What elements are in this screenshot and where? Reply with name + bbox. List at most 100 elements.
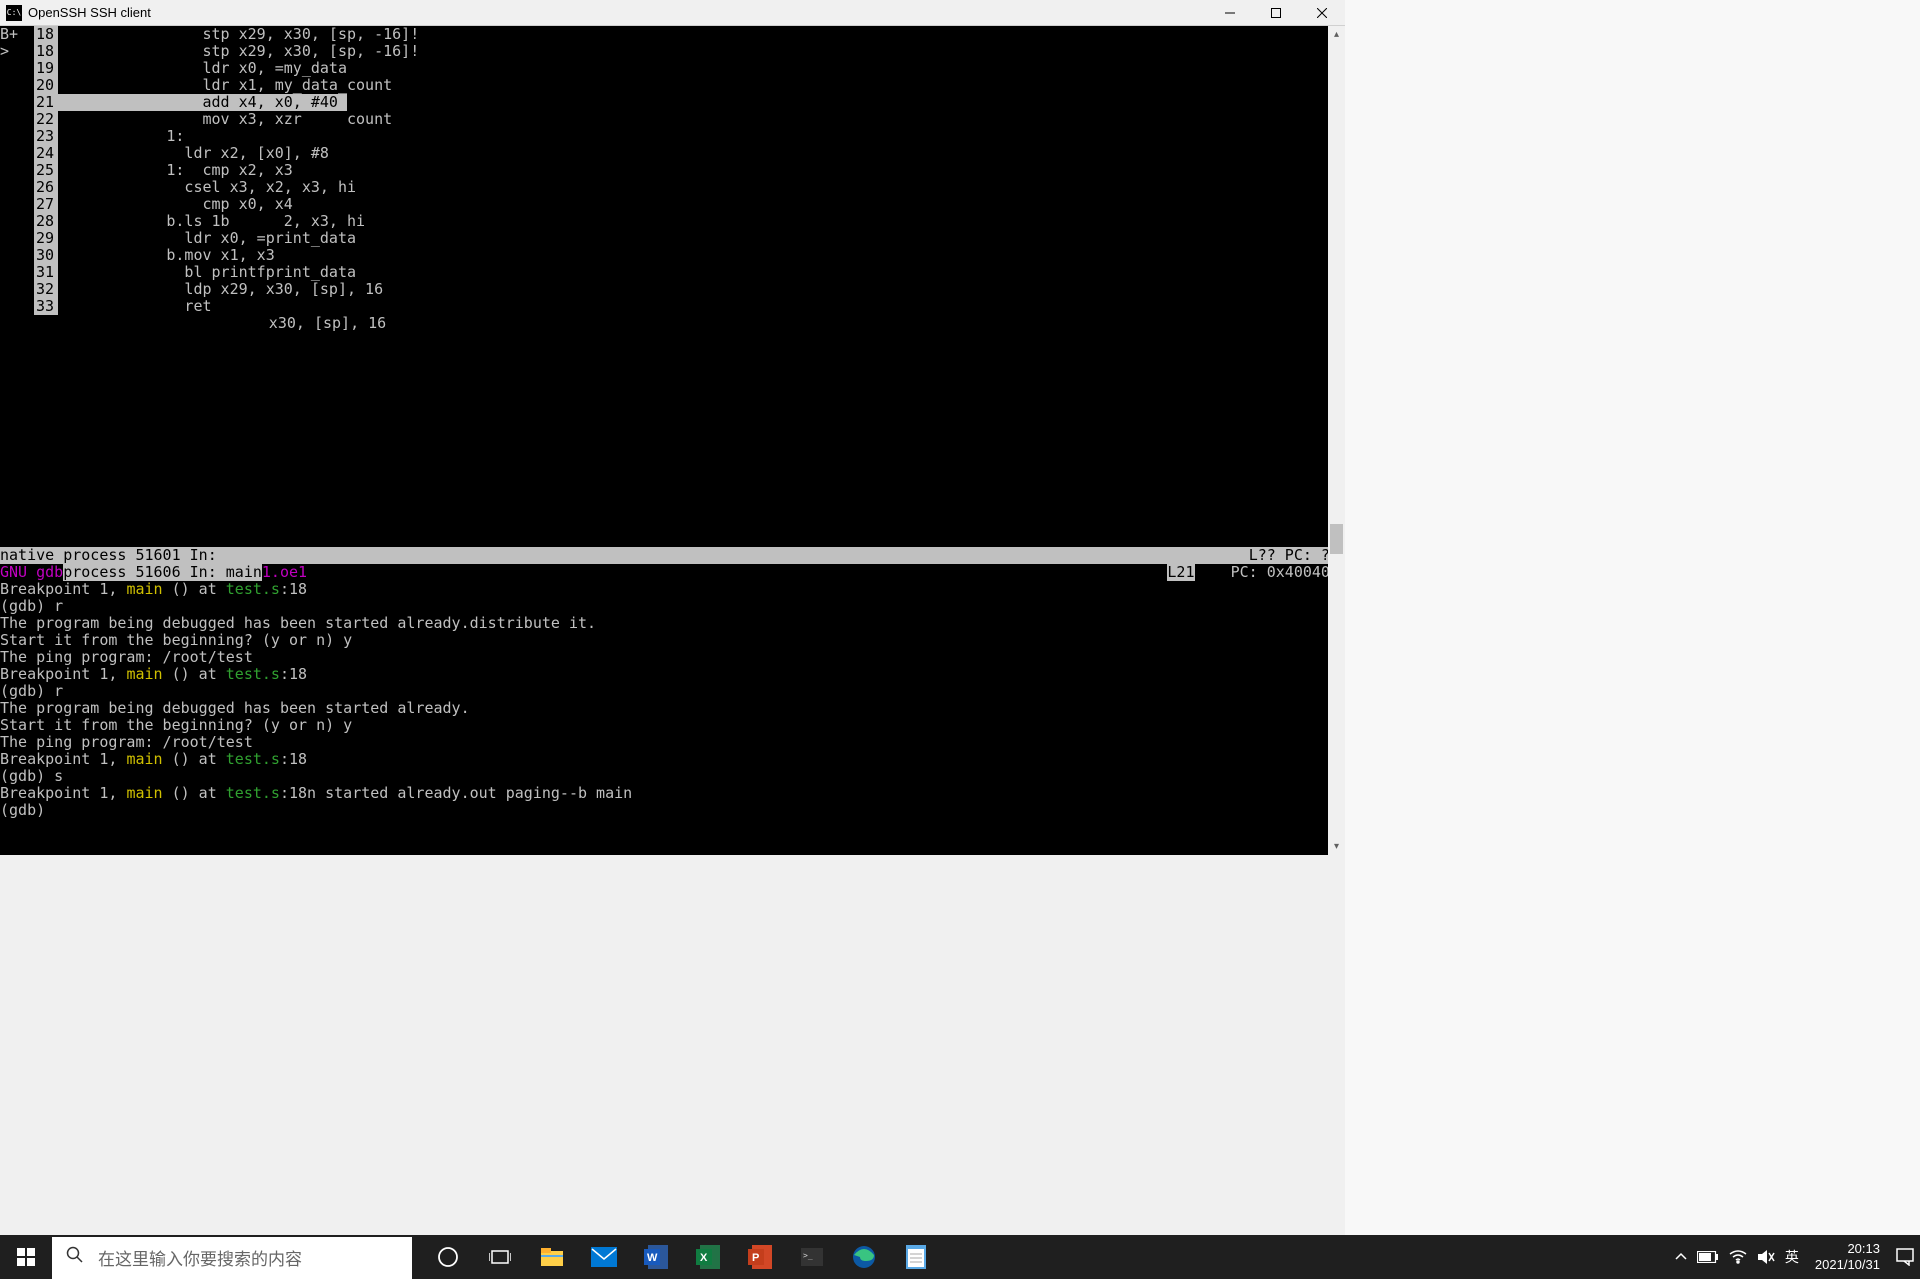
source-code: x30, [sp], 16 bbox=[34, 315, 386, 332]
terminal-taskbar-icon[interactable]: >_ bbox=[786, 1235, 838, 1279]
status-bar-native: native process 51601 In: L?? PC: ?? bbox=[0, 547, 1345, 564]
line-number: 20 bbox=[34, 77, 58, 94]
close-button[interactable] bbox=[1299, 0, 1345, 25]
line-number: 27 bbox=[34, 196, 58, 213]
source-code: mov x3, xzr count bbox=[58, 111, 392, 128]
source-line: 21 add x4, x0, #40 bbox=[34, 94, 1331, 111]
window-scrollbar[interactable]: ▴ ▾ bbox=[1328, 26, 1345, 855]
source-code: 1: cmp x2, x3 bbox=[58, 162, 293, 179]
source-code: cmp x0, x4 bbox=[58, 196, 293, 213]
source-code: stp x29, x30, [sp, -16]! bbox=[58, 26, 419, 43]
source-line: 24 ldr x2, [x0], #8 bbox=[34, 145, 1331, 162]
source-code: add x4, x0, #40 bbox=[58, 94, 347, 111]
line-number: 26 bbox=[34, 179, 58, 196]
source-code: b.ls 1b 2, x3, hi bbox=[58, 213, 365, 230]
scroll-up-icon[interactable]: ▴ bbox=[1328, 26, 1345, 43]
line-number: 18 bbox=[34, 43, 58, 60]
system-tray: 英 20:13 2021/10/31 bbox=[1675, 1235, 1920, 1279]
current-line-marker: > bbox=[0, 43, 34, 60]
line-number: 30 bbox=[34, 247, 58, 264]
edge-icon[interactable] bbox=[838, 1235, 890, 1279]
source-line: 23 1: bbox=[34, 128, 1331, 145]
volume-icon[interactable] bbox=[1757, 1235, 1775, 1279]
excel-icon[interactable]: X bbox=[682, 1235, 734, 1279]
start-button[interactable] bbox=[0, 1235, 52, 1279]
source-line: 31 bl printfprint_data bbox=[34, 264, 1331, 281]
line-number: 31 bbox=[34, 264, 58, 281]
source-code: ldr x0, =my_data bbox=[58, 60, 347, 77]
console-line: (gdb) bbox=[0, 802, 1345, 819]
taskbar-clock[interactable]: 20:13 2021/10/31 bbox=[1809, 1241, 1886, 1272]
source-line: 18 stp x29, x30, [sp, -16]! bbox=[34, 26, 1331, 43]
tray-overflow-icon[interactable] bbox=[1675, 1235, 1687, 1279]
line-number: 33 bbox=[34, 298, 58, 315]
status-bar-gdb: GNU gdbprocess 51606 In: main1.oe1 L21 P… bbox=[0, 564, 1345, 581]
notifications-icon[interactable] bbox=[1896, 1235, 1914, 1279]
file-explorer-icon[interactable] bbox=[526, 1235, 578, 1279]
console-line: (gdb) r bbox=[0, 683, 1345, 700]
line-number: 18 bbox=[34, 26, 58, 43]
source-code: ldr x2, [x0], #8 bbox=[58, 145, 329, 162]
search-placeholder: 在这里输入你要搜索的内容 bbox=[98, 1245, 302, 1270]
source-code: 1: bbox=[58, 128, 184, 145]
taskbar-search[interactable]: 在这里输入你要搜索的内容 bbox=[52, 1237, 412, 1279]
line-number: 22 bbox=[34, 111, 58, 128]
terminal[interactable]: B+> 18 stp x29, x30, [sp, -16]!18 stp x2… bbox=[0, 26, 1345, 855]
source-line: 30 b.mov x1, x3 bbox=[34, 247, 1331, 264]
source-line: 32 ldp x29, x30, [sp], 16 bbox=[34, 281, 1331, 298]
console-line: Breakpoint 1, main () at test.s:18 bbox=[0, 581, 1345, 598]
source-code: ret bbox=[58, 298, 212, 315]
line-number: 25 bbox=[34, 162, 58, 179]
console-line: Start it from the beginning? (y or n) y bbox=[0, 717, 1345, 734]
console-line: The ping program: /root/test bbox=[0, 649, 1345, 666]
source-code: ldp x29, x30, [sp], 16 bbox=[58, 281, 383, 298]
taskview-icon[interactable] bbox=[474, 1235, 526, 1279]
source-line: 33 ret bbox=[34, 298, 1331, 315]
svg-text:X: X bbox=[700, 1252, 708, 1264]
source-pane: 18 stp x29, x30, [sp, -16]!18 stp x29, x… bbox=[34, 26, 1345, 332]
mail-icon[interactable] bbox=[578, 1235, 630, 1279]
svg-text:W: W bbox=[647, 1252, 658, 1264]
wifi-icon[interactable] bbox=[1729, 1235, 1747, 1279]
scrollbar-thumb[interactable] bbox=[1330, 524, 1343, 554]
source-line: 29 ldr x0, =print_data bbox=[34, 230, 1331, 247]
console-line: (gdb) s bbox=[0, 768, 1345, 785]
line-number: 24 bbox=[34, 145, 58, 162]
source-code: stp x29, x30, [sp, -16]! bbox=[58, 43, 419, 60]
breakpoint-marker: B+ bbox=[0, 26, 34, 43]
line-number: 29 bbox=[34, 230, 58, 247]
desktop-background bbox=[1345, 0, 1920, 1235]
source-line: 19 ldr x0, =my_data bbox=[34, 60, 1331, 77]
line-number: 28 bbox=[34, 213, 58, 230]
battery-icon[interactable] bbox=[1697, 1235, 1719, 1279]
breakpoint-gutter: B+> bbox=[0, 26, 34, 60]
line-number: 32 bbox=[34, 281, 58, 298]
word-icon[interactable]: W bbox=[630, 1235, 682, 1279]
scroll-down-icon[interactable]: ▾ bbox=[1328, 838, 1345, 855]
titlebar[interactable]: C:\ OpenSSH SSH client bbox=[0, 0, 1345, 26]
source-line: 18 stp x29, x30, [sp, -16]! bbox=[34, 43, 1331, 60]
line-number: 21 bbox=[34, 94, 58, 111]
source-code: ldr x1, my_data_count bbox=[58, 77, 392, 94]
console-line: Breakpoint 1, main () at test.s:18 bbox=[0, 666, 1345, 683]
cmd-icon: C:\ bbox=[6, 5, 22, 21]
minimize-button[interactable] bbox=[1207, 0, 1253, 25]
ssh-window: C:\ OpenSSH SSH client B+> 18 stp x29, x… bbox=[0, 0, 1345, 855]
console-line: Start it from the beginning? (y or n) y bbox=[0, 632, 1345, 649]
source-code: ldr x0, =print_data bbox=[58, 230, 356, 247]
cortana-icon[interactable] bbox=[422, 1235, 474, 1279]
ime-indicator[interactable]: 英 bbox=[1785, 1235, 1799, 1279]
gdb-console[interactable]: Breakpoint 1, main () at test.s:18(gdb) … bbox=[0, 581, 1345, 855]
svg-text:>_: >_ bbox=[803, 1251, 813, 1260]
powerpoint-icon[interactable]: P bbox=[734, 1235, 786, 1279]
source-line: 27 cmp x0, x4 bbox=[34, 196, 1331, 213]
window-title: OpenSSH SSH client bbox=[28, 5, 1207, 20]
source-line: x30, [sp], 16 bbox=[34, 315, 1331, 332]
console-line: The program being debugged has been star… bbox=[0, 615, 1345, 632]
source-line: 25 1: cmp x2, x3 bbox=[34, 162, 1331, 179]
source-line: 26 csel x3, x2, x3, hi bbox=[34, 179, 1331, 196]
maximize-button[interactable] bbox=[1253, 0, 1299, 25]
notepad-icon[interactable] bbox=[890, 1235, 942, 1279]
console-line: Breakpoint 1, main () at test.s:18 bbox=[0, 751, 1345, 768]
taskbar[interactable]: 在这里输入你要搜索的内容 W X P >_ bbox=[0, 1235, 1920, 1279]
